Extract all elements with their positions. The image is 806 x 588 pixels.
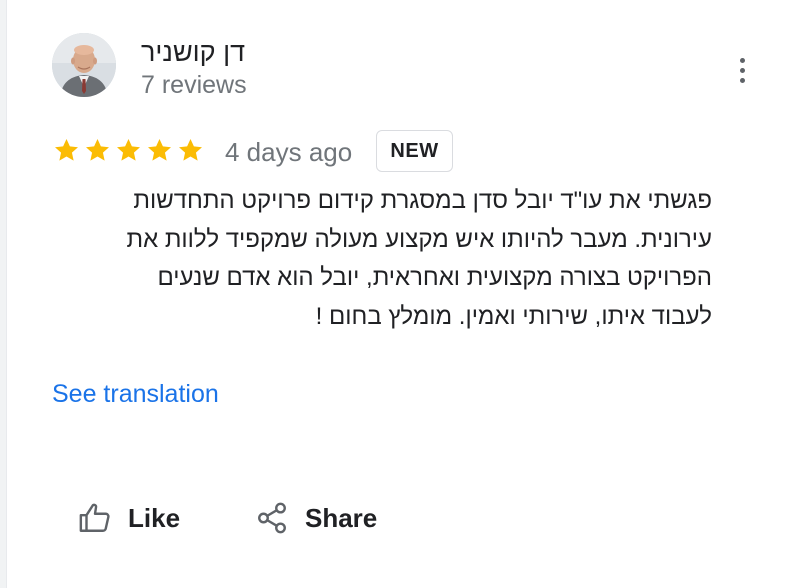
review-text-line: עירונית. מעבר להיותו איש מקצוע מעולה שמק… <box>126 225 713 253</box>
left-divider <box>0 0 7 588</box>
share-label: Share <box>305 502 378 533</box>
like-button[interactable]: Like <box>78 498 180 538</box>
star-rating <box>52 136 205 166</box>
star-icon <box>148 139 171 161</box>
see-translation-link[interactable]: See translation <box>52 378 219 410</box>
like-label: Like <box>128 502 181 533</box>
reviewer-name[interactable]: דן קושניר <box>141 36 245 68</box>
star-icon <box>86 139 109 161</box>
star-icon <box>179 139 202 161</box>
star-icon <box>117 139 140 161</box>
share-icon <box>258 502 286 534</box>
review-text-line: לעבוד איתו, שירותי ואמין. מומלץ בחום ! <box>315 302 712 330</box>
share-button[interactable]: Share <box>255 498 377 538</box>
review-text-line: הפרויקט בצורה מקצועית ואחראית, יובל הוא … <box>157 264 712 291</box>
more-dot <box>739 67 745 73</box>
review-card: דן קושניר 7 reviews 4 days ago NEW פגשתי… <box>0 0 806 588</box>
star-icon <box>55 139 78 161</box>
more-dot <box>739 57 745 63</box>
review-count[interactable]: 7 reviews <box>141 70 247 100</box>
review-text: פגשתי את עו"ד יובל סדן במסגרת קידום פרוי… <box>52 182 713 336</box>
more-dot <box>739 77 745 83</box>
review-text-line: פגשתי את עו"ד יובל סדן במסגרת קידום פרוי… <box>133 187 712 214</box>
review-date: 4 days ago <box>225 137 353 167</box>
avatar[interactable] <box>52 33 116 97</box>
new-badge: NEW <box>376 130 453 172</box>
more-vert-icon[interactable] <box>728 52 756 88</box>
thumb-up-icon <box>79 503 110 532</box>
